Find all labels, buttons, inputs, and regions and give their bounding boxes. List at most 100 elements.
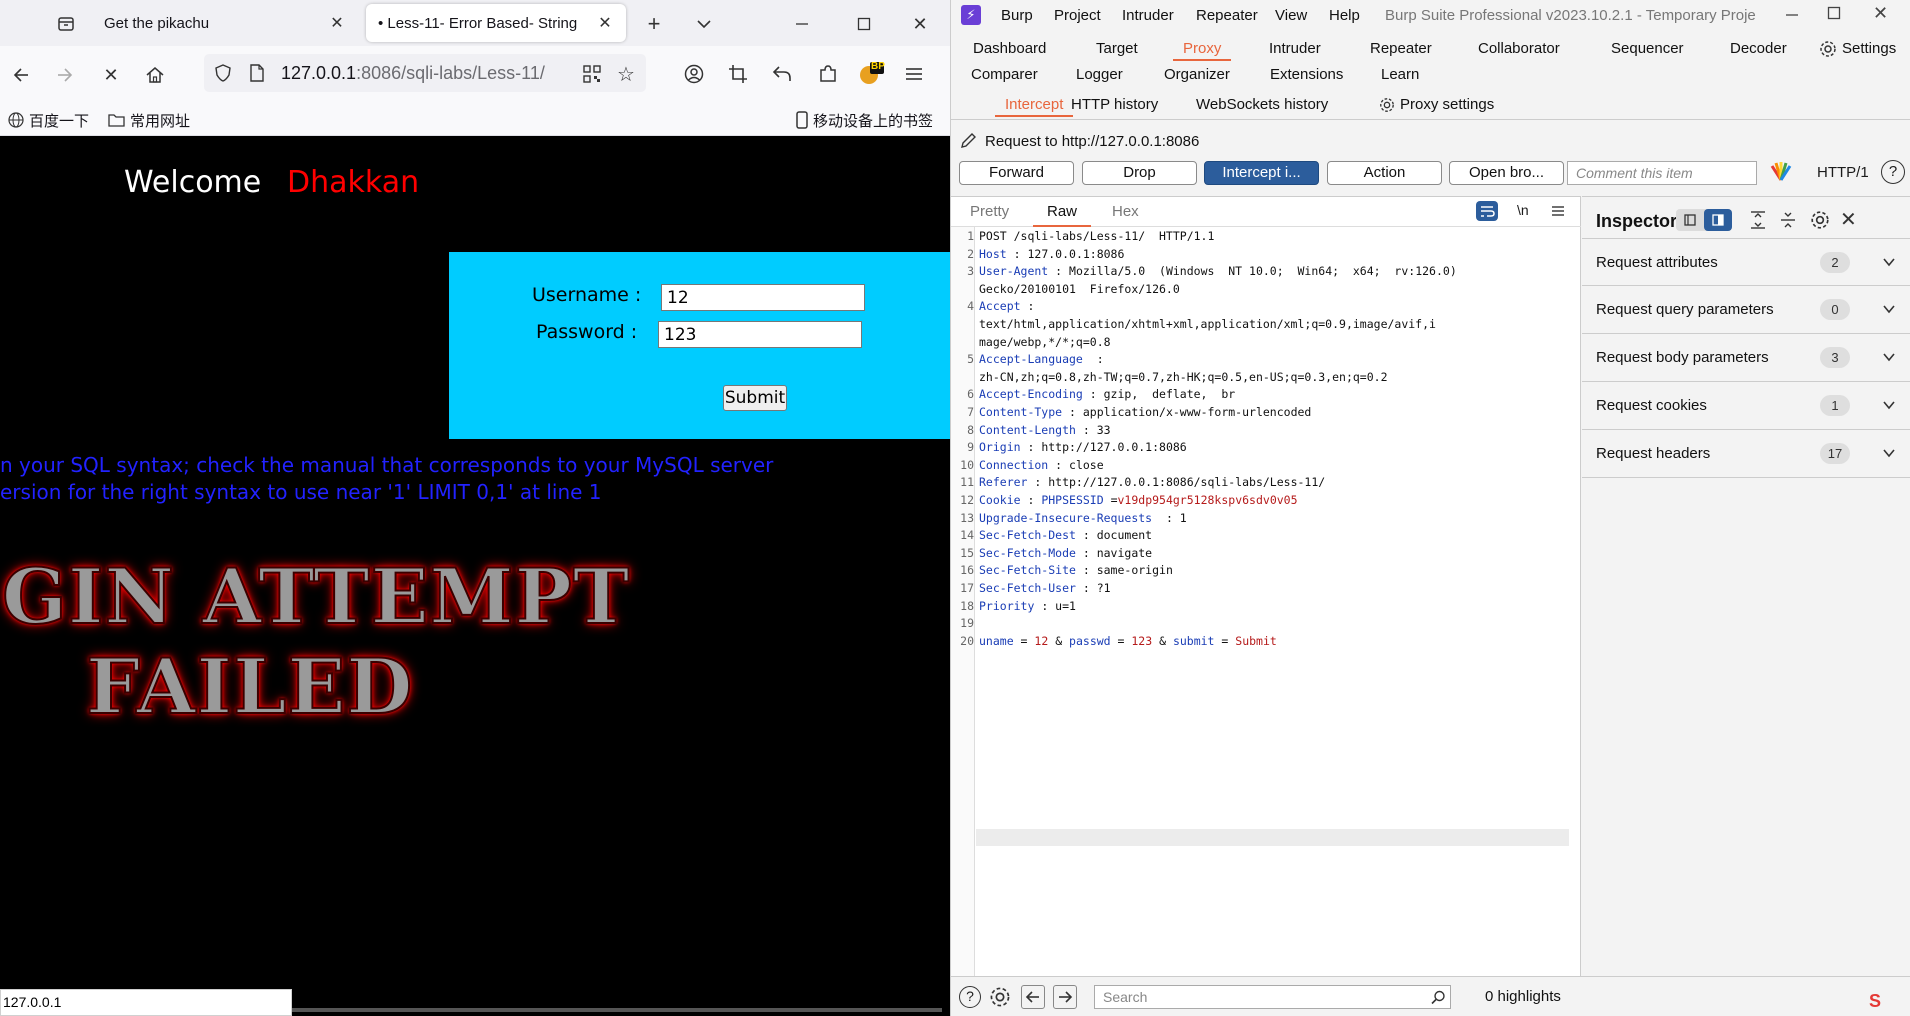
http-version-label[interactable]: HTTP/1	[1817, 164, 1869, 181]
maximize-icon[interactable]	[1827, 6, 1841, 20]
chevron-down-icon[interactable]	[690, 10, 718, 38]
tab-repeater[interactable]: Repeater	[1370, 36, 1432, 62]
password-input[interactable]	[658, 321, 862, 348]
tab-proxy[interactable]: Proxy	[1172, 36, 1232, 62]
menu-intruder[interactable]: Intruder	[1122, 0, 1174, 32]
close-icon[interactable]: ✕	[596, 13, 614, 33]
tab-raw[interactable]: Raw	[1032, 203, 1092, 227]
tab-comparer[interactable]: Comparer	[971, 62, 1038, 88]
tab-dashboard[interactable]: Dashboard	[973, 36, 1046, 62]
menu-help[interactable]: Help	[1329, 0, 1360, 32]
horizontal-scrollbar[interactable]	[292, 1008, 942, 1012]
line-number: 19	[960, 616, 974, 631]
minimize-icon[interactable]	[1785, 8, 1799, 22]
request-line: text/html,application/xhtml+xml,applicat…	[979, 317, 1436, 331]
menu-project[interactable]: Project	[1054, 0, 1101, 32]
tab-intruder[interactable]: Intruder	[1269, 36, 1321, 62]
inspector-title: Inspector	[1596, 211, 1678, 231]
menu-repeater[interactable]: Repeater	[1196, 0, 1258, 32]
shield-icon[interactable]	[212, 62, 234, 84]
home-icon[interactable]	[140, 60, 170, 90]
list-view-icon[interactable]	[1676, 209, 1704, 231]
inspector-row-query-parameters[interactable]: Request query parameters 0	[1582, 286, 1910, 334]
intercept-toggle-button[interactable]: Intercept i...	[1204, 161, 1319, 185]
tab-sequencer[interactable]: Sequencer	[1611, 36, 1684, 62]
tab-pretty[interactable]: Pretty	[970, 203, 1009, 220]
help-icon[interactable]: ?	[959, 986, 981, 1008]
minimize-icon[interactable]	[788, 10, 816, 38]
tab-hex[interactable]: Hex	[1112, 203, 1139, 220]
header-name: Origin	[979, 440, 1021, 455]
proxy-settings-button[interactable]: Proxy settings	[1379, 92, 1494, 118]
mobile-bookmarks[interactable]: 移动设备上的书签	[796, 104, 933, 136]
page-info-icon[interactable]	[246, 62, 268, 84]
previous-match-icon[interactable]	[1021, 985, 1045, 1009]
newline-toggle[interactable]: \n	[1517, 202, 1529, 218]
maximize-icon[interactable]	[850, 10, 878, 38]
inspector-row-headers[interactable]: Request headers 17	[1582, 430, 1910, 478]
bookmark-common-sites[interactable]: 常用网址	[108, 104, 190, 136]
tab-learn[interactable]: Learn	[1381, 62, 1419, 88]
word-wrap-icon[interactable]	[1476, 201, 1498, 221]
gear-icon[interactable]	[989, 986, 1011, 1008]
help-icon[interactable]: ?	[1881, 160, 1905, 184]
window-close-icon[interactable]: ✕	[906, 10, 934, 38]
tab-pikachu[interactable]: Get the pikachu ✕	[92, 4, 358, 42]
window-close-icon[interactable]: ✕	[1873, 3, 1888, 24]
action-button[interactable]: Action	[1327, 161, 1442, 185]
burp-extension-icon[interactable]: BP	[858, 60, 885, 86]
tab-target[interactable]: Target	[1096, 36, 1138, 62]
line-number: 14	[960, 528, 974, 543]
expand-all-icon[interactable]	[1750, 211, 1766, 229]
param-name: submit	[1172, 633, 1215, 648]
comment-input[interactable]: Comment this item	[1567, 161, 1757, 185]
firefox-view-icon[interactable]	[52, 10, 80, 38]
bookmark-star-icon[interactable]: ☆	[614, 62, 638, 86]
crop-screenshot-icon[interactable]	[726, 62, 750, 86]
username-input[interactable]	[661, 284, 865, 311]
tab-websockets-history[interactable]: WebSockets history	[1196, 92, 1328, 118]
header-name: Sec-Fetch-Mode	[979, 545, 1076, 560]
open-browser-button[interactable]: Open bro...	[1449, 161, 1564, 185]
undo-icon[interactable]	[770, 62, 794, 86]
panel-view-icon[interactable]	[1704, 209, 1732, 231]
tab-settings[interactable]: Settings	[1819, 36, 1896, 62]
submit-button[interactable]: Submit	[723, 385, 787, 411]
layout-toggle[interactable]	[1676, 209, 1732, 231]
close-icon[interactable]: ✕	[328, 13, 346, 33]
gear-icon[interactable]	[1810, 210, 1830, 230]
close-icon[interactable]: ✕	[1840, 207, 1857, 232]
menu-lines-icon[interactable]	[1551, 204, 1565, 218]
sogou-ime-icon[interactable]: S	[1869, 991, 1891, 1013]
inspector-row-cookies[interactable]: Request cookies 1	[1582, 382, 1910, 430]
tab-http-history[interactable]: HTTP history	[1071, 92, 1158, 118]
stop-loading-icon[interactable]: ✕	[96, 60, 126, 90]
welcome-name: Dhakkan	[287, 165, 420, 200]
hamburger-menu-icon[interactable]	[902, 62, 926, 86]
new-tab-icon[interactable]: +	[640, 10, 668, 38]
tab-extensions[interactable]: Extensions	[1270, 62, 1343, 88]
highlight-color-icon[interactable]	[1769, 160, 1793, 182]
next-match-icon[interactable]	[1053, 985, 1077, 1009]
tab-less-11[interactable]: • Less-11- Error Based- String ✕	[366, 4, 626, 42]
tab-intercept[interactable]: Intercept	[994, 92, 1074, 118]
tab-organizer[interactable]: Organizer	[1164, 62, 1230, 88]
menu-burp[interactable]: Burp	[1001, 0, 1033, 32]
collapse-all-icon[interactable]	[1780, 211, 1796, 229]
menu-view[interactable]: View	[1275, 0, 1307, 32]
extensions-puzzle-icon[interactable]	[816, 62, 840, 86]
back-icon[interactable]	[6, 60, 36, 90]
search-input[interactable]: Search	[1094, 985, 1451, 1009]
tab-collaborator[interactable]: Collaborator	[1478, 36, 1560, 62]
qr-code-icon[interactable]	[580, 62, 604, 86]
inspector-row-request-attributes[interactable]: Request attributes 2	[1582, 238, 1910, 286]
chevron-down-icon	[1883, 401, 1895, 410]
tab-decoder[interactable]: Decoder	[1730, 36, 1787, 62]
inspector-row-body-parameters[interactable]: Request body parameters 3	[1582, 334, 1910, 382]
line-number: 10	[960, 457, 974, 472]
drop-button[interactable]: Drop	[1082, 161, 1197, 185]
forward-button[interactable]: Forward	[959, 161, 1074, 185]
tab-logger[interactable]: Logger	[1076, 62, 1123, 88]
account-icon[interactable]	[682, 62, 706, 86]
bookmark-baidu[interactable]: 百度一下	[8, 104, 89, 136]
